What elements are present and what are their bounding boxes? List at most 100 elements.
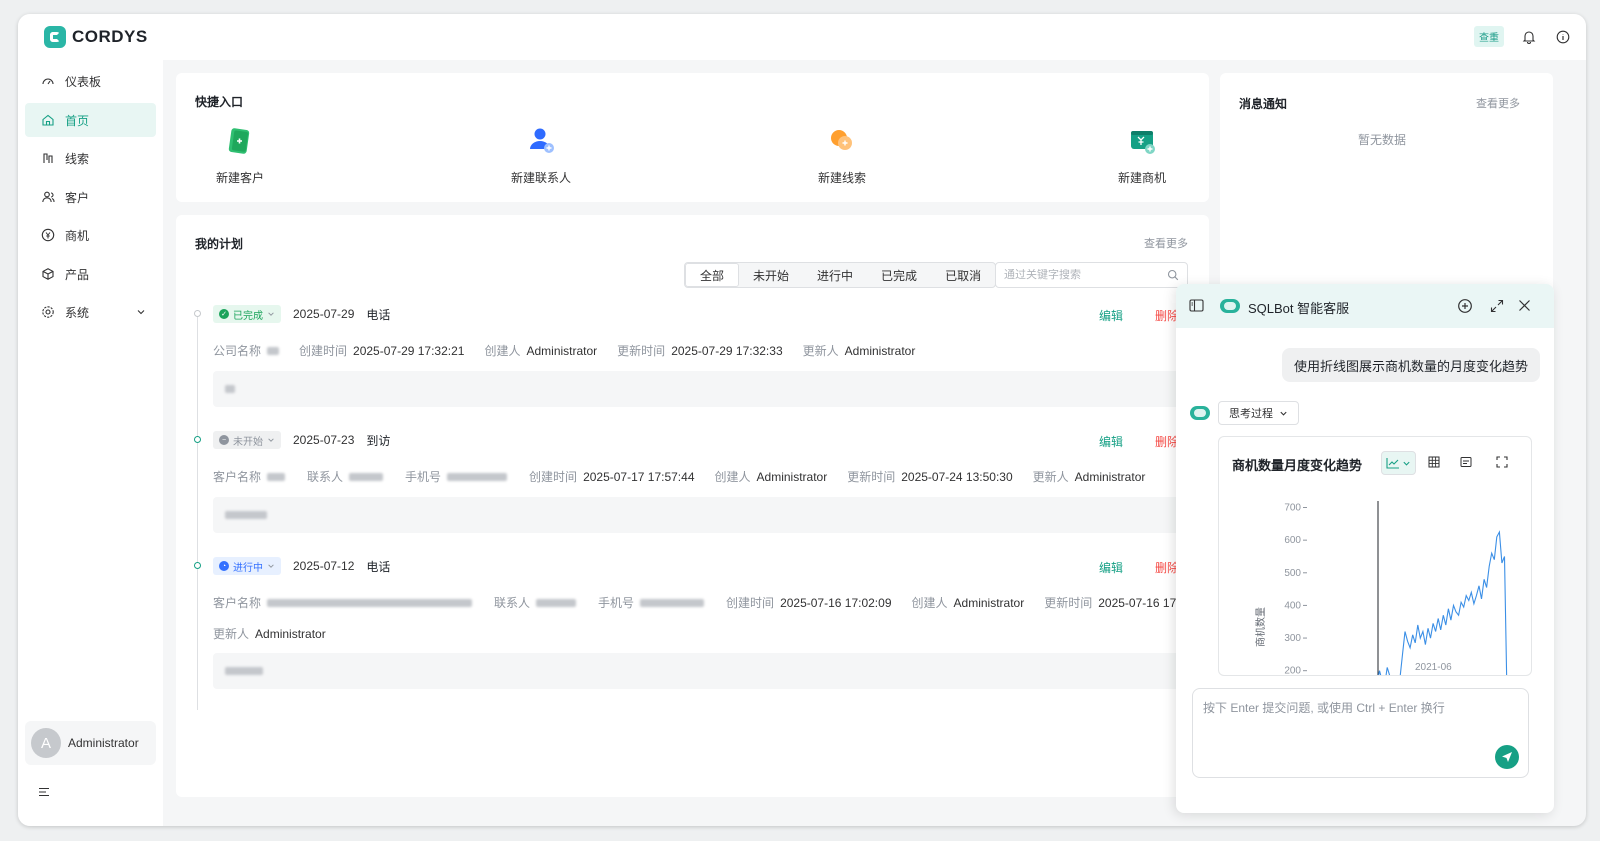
new-contact-icon xyxy=(525,125,557,157)
send-button[interactable] xyxy=(1495,745,1519,769)
close-icon[interactable] xyxy=(1518,299,1531,315)
filter-all[interactable]: 全部 xyxy=(685,263,740,287)
new-chat-icon[interactable] xyxy=(1457,298,1473,317)
plan-search-input[interactable] xyxy=(1004,269,1154,281)
meta-label: 更新人 xyxy=(1032,470,1069,484)
info-icon[interactable] xyxy=(1554,28,1572,46)
chat-input[interactable] xyxy=(1203,699,1513,739)
plan-item: ◔ 进行中 2025-07-12 电话 编辑 删除 客户名称 联系人 手机号 创… xyxy=(213,557,1210,697)
chevron-down-icon xyxy=(268,312,274,316)
think-label: 思考过程 xyxy=(1229,408,1273,420)
sidebar-item-products[interactable]: 产品 xyxy=(25,257,156,291)
meta-label: 联系人 xyxy=(307,470,344,484)
status-dropdown[interactable]: ✓ 已完成 xyxy=(213,305,281,323)
chevron-down-icon xyxy=(137,310,145,315)
expand-icon[interactable] xyxy=(1490,299,1504,316)
duplicate-check-button[interactable]: 查重 xyxy=(1474,26,1504,47)
timeline-dot xyxy=(194,310,201,317)
edit-button[interactable]: 编辑 xyxy=(1099,433,1123,450)
check-icon: ✓ xyxy=(219,309,229,319)
chevron-down-icon xyxy=(268,564,274,568)
meta-value: 2025-07-17 17:57:44 xyxy=(583,469,695,484)
meta-value: Administrator xyxy=(756,469,828,484)
timeline-dot xyxy=(194,562,201,569)
meta-label: 创建人 xyxy=(484,344,521,358)
plan-note xyxy=(213,371,1203,407)
filter-not-started[interactable]: 未开始 xyxy=(739,263,803,287)
y-tick-label: 200 xyxy=(1284,666,1301,676)
chat-input-box xyxy=(1192,688,1529,778)
timeline-dot xyxy=(194,436,201,443)
new-customer-button[interactable]: 新建客户 xyxy=(195,125,285,186)
sqlbot-logo-icon xyxy=(1220,299,1240,313)
meta-label: 手机号 xyxy=(598,596,635,610)
redacted-value xyxy=(225,667,263,675)
new-opportunity-icon xyxy=(1126,125,1158,157)
line-chart: 商机数量 200 300 400 500 600 700 2021-06 xyxy=(1254,501,1508,676)
meta-label: 联系人 xyxy=(494,596,531,610)
sidebar-item-customers[interactable]: 客户 xyxy=(25,180,156,214)
meta-value: Administrator xyxy=(526,343,598,358)
meta-label: 创建时间 xyxy=(726,596,775,610)
sidebar-toggle-icon[interactable] xyxy=(1189,299,1204,315)
meta-label: 公司名称 xyxy=(213,344,262,358)
filter-in-progress[interactable]: 进行中 xyxy=(803,263,867,287)
minus-icon: − xyxy=(219,435,229,445)
notice-title: 消息通知 xyxy=(1239,97,1288,111)
status-dropdown[interactable]: ◔ 进行中 xyxy=(213,557,281,575)
new-lead-icon xyxy=(826,125,858,157)
plans-more-link[interactable]: 查看更多 xyxy=(1144,235,1188,251)
plan-note xyxy=(213,497,1203,533)
y-tick-label: 300 xyxy=(1284,633,1301,644)
quick-item-label: 新建商机 xyxy=(1117,171,1166,185)
collapse-sidebar-icon[interactable] xyxy=(38,786,50,800)
status-label: 已完成 xyxy=(233,310,263,322)
sidebar-item-label: 仪表板 xyxy=(65,74,102,89)
new-opportunity-button[interactable]: 新建商机 xyxy=(1097,125,1187,186)
plan-date: 2025-07-29 xyxy=(293,307,355,321)
product-icon xyxy=(42,268,54,280)
opportunity-icon xyxy=(41,228,55,242)
search-icon[interactable] xyxy=(1167,269,1179,281)
plan-meta: 更新人 Administrator xyxy=(213,625,340,642)
plan-search xyxy=(995,262,1188,288)
redacted-value xyxy=(267,472,286,481)
thinking-process-toggle[interactable]: 思考过程 xyxy=(1218,401,1299,425)
filter-completed[interactable]: 已完成 xyxy=(867,263,931,287)
sidebar-item-label: 商机 xyxy=(65,228,90,243)
meta-value: 2025-07-24 13:50:30 xyxy=(901,469,1013,484)
edit-button[interactable]: 编辑 xyxy=(1099,559,1123,576)
progress-icon: ◔ xyxy=(219,561,229,571)
meta-value: Administrator xyxy=(1074,469,1146,484)
customer-icon xyxy=(42,191,55,203)
logo[interactable]: CORDYS xyxy=(44,26,148,48)
edit-button[interactable]: 编辑 xyxy=(1099,307,1123,324)
redacted-value xyxy=(225,511,267,519)
user-profile[interactable]: A Administrator xyxy=(25,721,156,765)
notice-more-link[interactable]: 查看更多 xyxy=(1476,95,1520,111)
redacted-value xyxy=(536,598,577,607)
new-contact-button[interactable]: 新建联系人 xyxy=(496,125,586,186)
app-window: CORDYS 查重 仪表板 首页 线索 客户 商机 产品 系统 A Admini… xyxy=(18,14,1586,826)
my-plans-card: 我的计划 查看更多 全部 未开始 进行中 已完成 已取消 ✓ 已完成 2025-… xyxy=(176,215,1210,797)
sidebar-item-opportunities[interactable]: 商机 xyxy=(25,218,156,252)
status-dropdown[interactable]: − 未开始 xyxy=(213,431,281,449)
redacted-value xyxy=(267,598,473,607)
sidebar-item-label: 系统 xyxy=(65,305,90,320)
bell-icon[interactable] xyxy=(1520,28,1538,46)
status-label: 未开始 xyxy=(233,436,263,448)
new-lead-button[interactable]: 新建线索 xyxy=(797,125,887,186)
sidebar-item-home[interactable]: 首页 xyxy=(25,103,156,137)
sidebar-item-system[interactable]: 系统 xyxy=(25,295,156,329)
plan-note xyxy=(213,653,1203,689)
avatar: A xyxy=(31,728,61,758)
plans-title: 我的计划 xyxy=(195,237,244,251)
meta-value: Administrator xyxy=(844,343,916,358)
redacted-value xyxy=(640,598,705,607)
redacted-value xyxy=(267,346,280,355)
gear-icon xyxy=(42,306,54,318)
sidebar-item-dashboard[interactable]: 仪表板 xyxy=(25,64,156,98)
filter-cancelled[interactable]: 已取消 xyxy=(931,263,995,287)
sidebar-item-leads[interactable]: 线索 xyxy=(25,141,156,175)
meta-label: 更新时间 xyxy=(1044,596,1093,610)
